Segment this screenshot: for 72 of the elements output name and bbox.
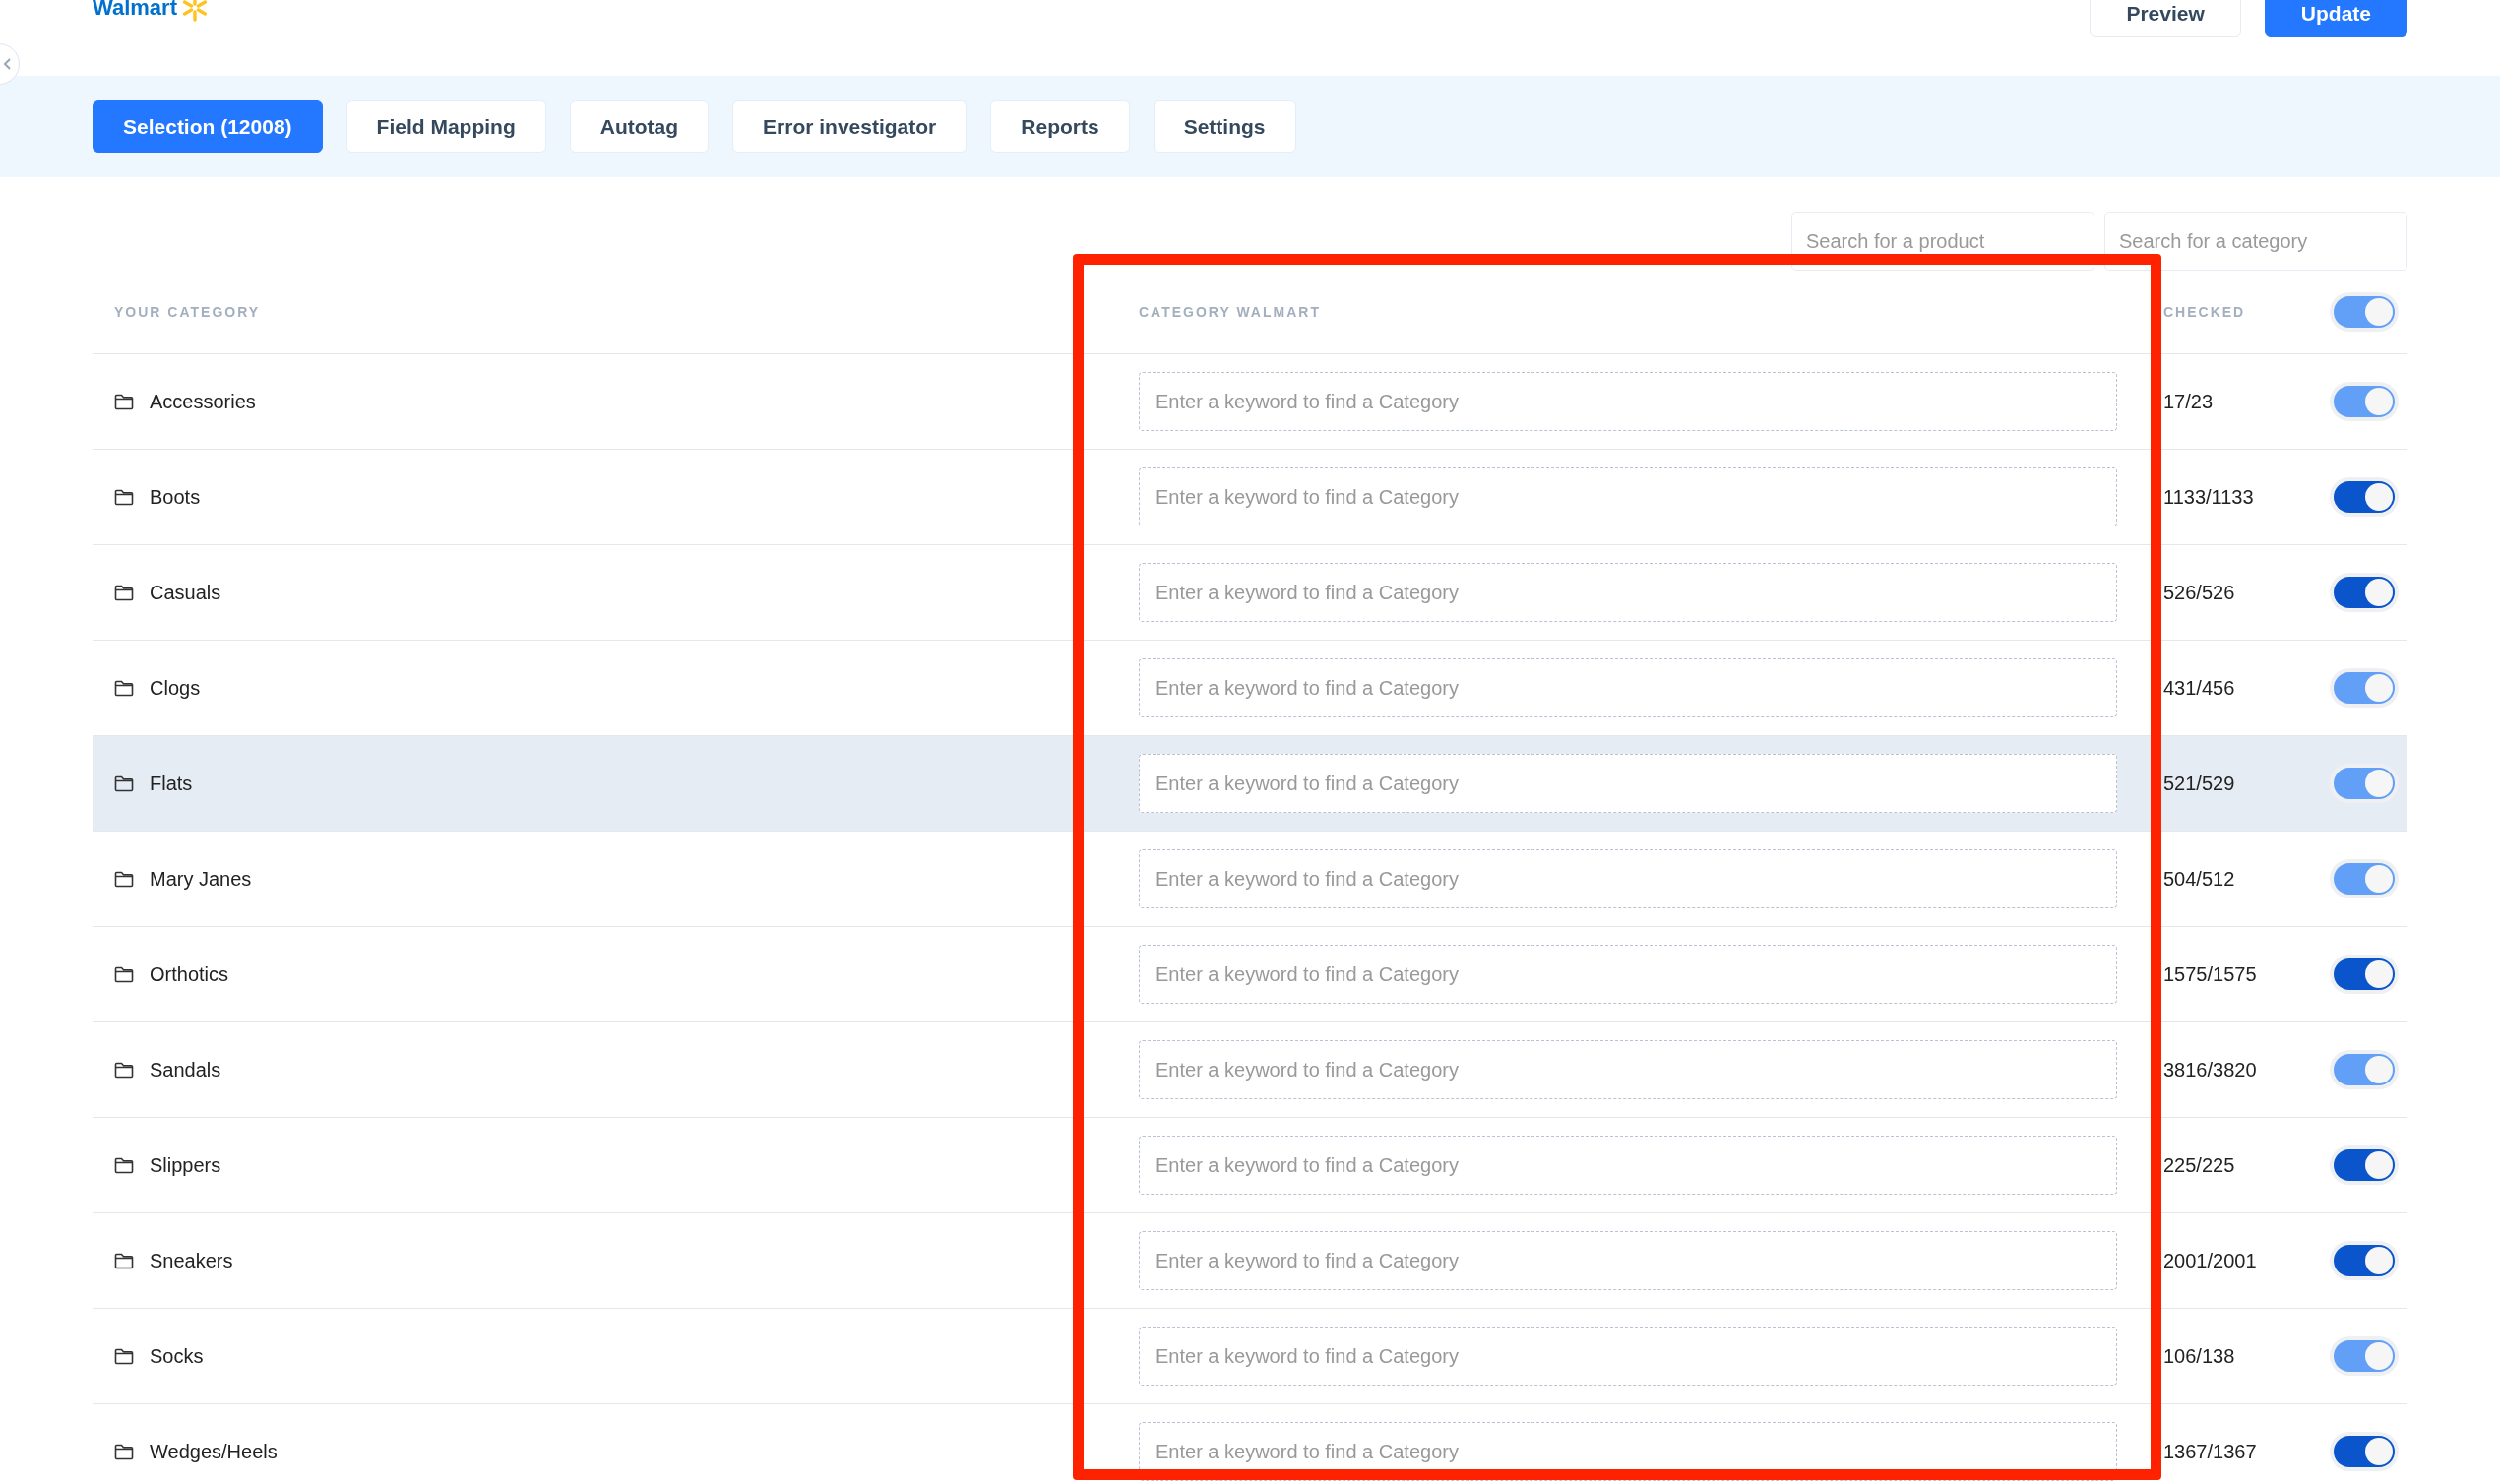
category-input-field[interactable]: Enter a keyword to find a Category — [1139, 658, 2117, 717]
category-input-field[interactable]: Enter a keyword to find a Category — [1139, 1136, 2117, 1195]
table-row[interactable]: Casuals Enter a keyword to find a Category 526/526 — [93, 545, 2407, 641]
category-name: Accessories — [150, 390, 256, 413]
category-name: Wedges/Heels — [150, 1440, 278, 1463]
checked-count: 504/512 — [2163, 867, 2235, 890]
checked-count: 3816/3820 — [2163, 1058, 2257, 1081]
folder-icon — [114, 393, 134, 410]
checked-count: 225/225 — [2163, 1153, 2235, 1176]
folder-icon — [114, 1061, 134, 1079]
search-field[interactable]: Search for a category — [2104, 212, 2407, 271]
category-input-field[interactable]: Enter a keyword to find a Category — [1139, 563, 2117, 622]
checked-count: 1367/1367 — [2163, 1440, 2257, 1462]
category-input-field[interactable]: Enter a keyword to find a Category — [1139, 1231, 2117, 1290]
table-row[interactable]: Accessories Enter a keyword to find a Category 17/23 — [93, 354, 2407, 450]
category-name: Sandals — [150, 1058, 221, 1082]
category-name: Slippers — [150, 1153, 221, 1177]
category-name: Sneakers — [150, 1249, 233, 1272]
table-row[interactable]: Mary Janes Enter a keyword to find a Category 504/512 — [93, 832, 2407, 927]
category-input-field[interactable]: Enter a keyword to find a Category — [1139, 1040, 2117, 1099]
checked-count: 1133/1133 — [2163, 485, 2254, 508]
checked-count: 431/456 — [2163, 676, 2235, 699]
column-header: CATEGORY WALMART — [1139, 304, 1321, 320]
header-button[interactable]: Update — [2264, 0, 2407, 37]
tab[interactable]: Error investigator — [732, 100, 968, 153]
table-row[interactable]: Sandals Enter a keyword to find a Category 3816/3820 — [93, 1022, 2407, 1118]
category-name: Socks — [150, 1344, 204, 1368]
tab[interactable]: Autotag — [569, 100, 710, 153]
table-row[interactable]: Boots Enter a keyword to find a Category 1133/1133 — [93, 450, 2407, 545]
folder-icon — [114, 679, 134, 697]
category-name: Flats — [150, 772, 193, 795]
category-input-field[interactable]: Enter a keyword to find a Category — [1139, 372, 2117, 431]
category-input-field[interactable]: Enter a keyword to find a Category — [1139, 467, 2117, 526]
table-row[interactable]: Orthotics Enter a keyword to find a Category 1575/1575 — [93, 927, 2407, 1022]
folder-icon — [114, 1443, 134, 1460]
folder-icon — [114, 1156, 134, 1174]
category-input-field[interactable]: Enter a keyword to find a Category — [1139, 945, 2117, 1004]
category-name: Mary Janes — [150, 867, 252, 891]
category-name: Orthotics — [150, 962, 229, 986]
checked-count: 521/529 — [2163, 772, 2235, 794]
folder-icon — [114, 1347, 134, 1365]
category-name: Casuals — [150, 581, 221, 604]
spark-logo-icon — [181, 0, 209, 22]
header-button[interactable]: Preview — [2090, 0, 2241, 37]
folder-icon — [114, 870, 134, 888]
folder-icon — [114, 488, 134, 506]
checked-count: 106/138 — [2163, 1344, 2235, 1367]
table-row[interactable]: Sneakers Enter a keyword to find a Category 2001/2001 — [93, 1213, 2407, 1309]
tab[interactable]: Reports — [990, 100, 1130, 153]
category-input-field[interactable]: Enter a keyword to find a Category — [1139, 1327, 2117, 1386]
folder-icon — [114, 774, 134, 792]
table-row[interactable]: Clogs Enter a keyword to find a Category 431/456 — [93, 641, 2407, 736]
tab[interactable]: Settings — [1153, 100, 1296, 153]
checked-count: 526/526 — [2163, 581, 2235, 603]
checked-count: 1575/1575 — [2163, 962, 2257, 985]
folder-icon — [114, 965, 134, 983]
table-row[interactable]: Slippers Enter a keyword to find a Category 225/225 — [93, 1118, 2407, 1213]
table-row[interactable]: Wedges/Heels Enter a keyword to find a Category 1367/1367 — [93, 1404, 2407, 1484]
category-name: Boots — [150, 485, 201, 509]
column-header: YOUR CATEGORY — [114, 304, 261, 320]
category-input-field[interactable]: Enter a keyword to find a Category — [1139, 849, 2117, 908]
column-header: CHECKED — [2163, 304, 2246, 320]
category-input-field[interactable]: Enter a keyword to find a Category — [1139, 754, 2117, 813]
checked-count: 17/23 — [2163, 390, 2214, 412]
folder-icon — [114, 1252, 134, 1269]
checked-count: 2001/2001 — [2163, 1249, 2257, 1271]
table-row[interactable]: Socks Enter a keyword to find a Category 106/138 — [93, 1309, 2407, 1404]
table-row[interactable]: Flats Enter a keyword to find a Category 521/529 — [93, 736, 2407, 832]
category-name: Clogs — [150, 676, 201, 700]
tab[interactable]: Field Mapping — [345, 100, 546, 153]
folder-icon — [114, 584, 134, 601]
tab[interactable]: Selection (12008) — [93, 100, 323, 153]
